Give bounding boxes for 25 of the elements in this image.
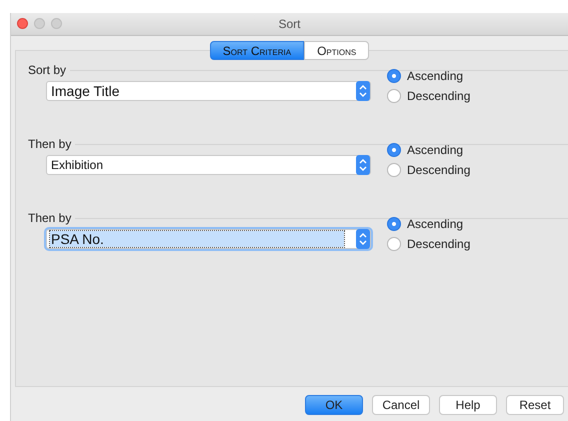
radio-option[interactable]: Ascending — [387, 69, 470, 83]
dropdown[interactable]: Image Title — [46, 81, 371, 101]
radio-option[interactable]: Ascending — [387, 217, 470, 231]
dialog-button[interactable]: Cancel — [372, 395, 430, 415]
window-title: Sort — [278, 17, 300, 31]
radio-option[interactable]: Descending — [387, 163, 470, 177]
stepper-icon — [356, 155, 370, 175]
radio-option[interactable]: Descending — [387, 89, 470, 103]
dropdown[interactable]: PSA No. — [46, 229, 371, 249]
tab[interactable]: Options — [304, 41, 370, 60]
group-label: Then by — [28, 137, 72, 151]
radio-option[interactable]: Ascending — [387, 143, 470, 157]
tab[interactable]: Sort Criteria — [210, 41, 304, 60]
dialog-button[interactable]: Reset — [506, 395, 564, 415]
stepper-icon — [356, 81, 370, 101]
dialog-button[interactable]: OK — [305, 395, 363, 415]
radio-option[interactable]: Descending — [387, 237, 470, 251]
stepper-icon — [356, 229, 370, 249]
group-label: Then by — [28, 211, 72, 225]
zoom-icon[interactable] — [51, 18, 62, 29]
group-label: Sort by — [28, 63, 66, 77]
dialog-button[interactable]: Help — [439, 395, 497, 415]
minimize-icon[interactable] — [34, 18, 45, 29]
dropdown[interactable]: Exhibition — [46, 155, 371, 175]
close-icon[interactable] — [17, 18, 28, 29]
